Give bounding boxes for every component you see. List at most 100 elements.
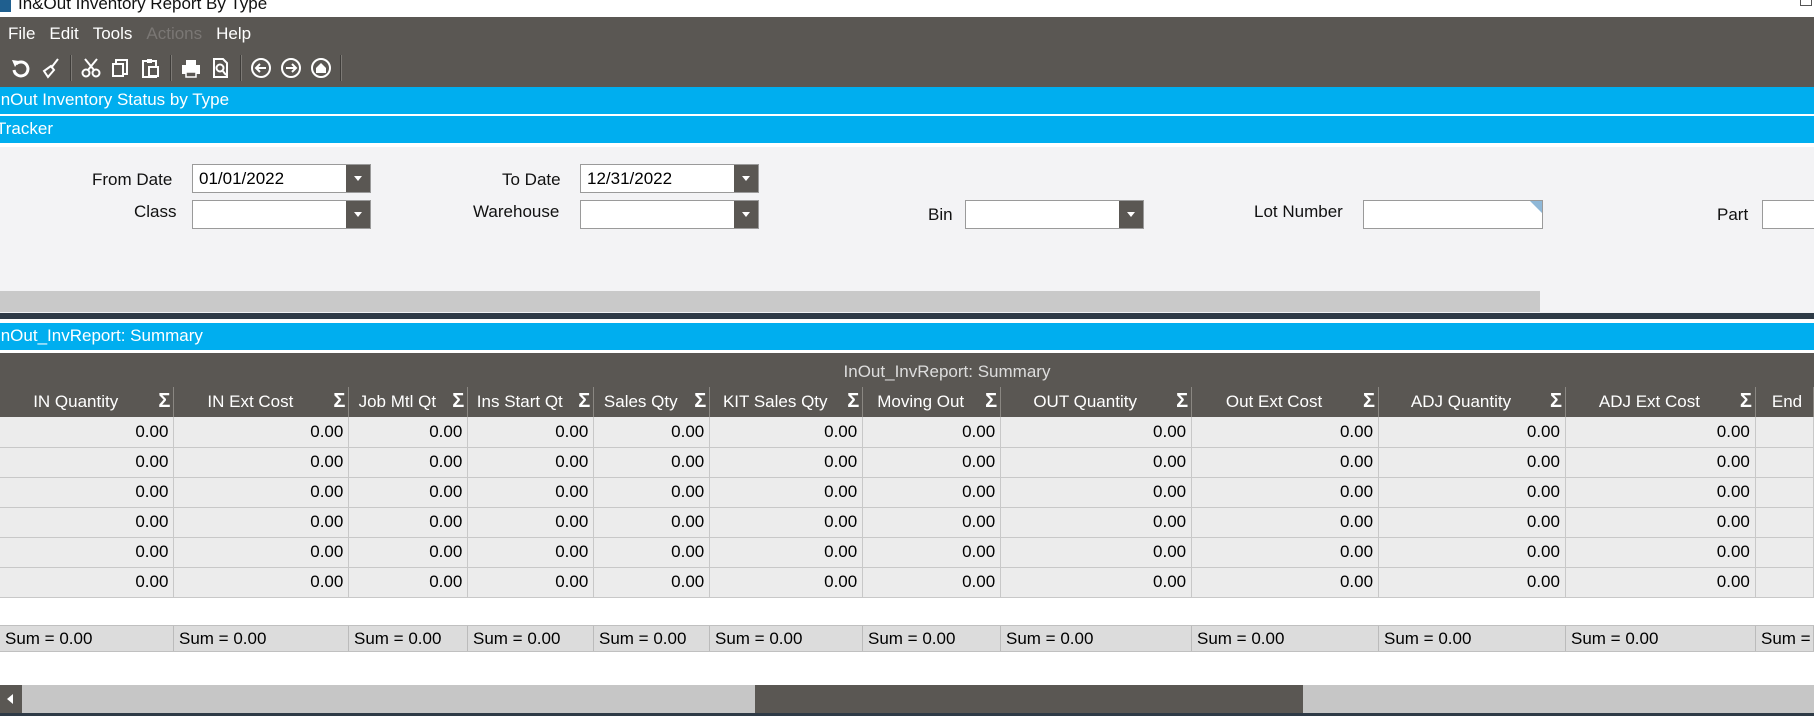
table-row[interactable]: 0.00 0.00 0.00 0.00 0.00 0.00 0.00 0.00 0.00 0.00… — [0, 477, 1814, 508]
table-cell[interactable]: 0.00 — [862, 567, 1002, 598]
table-cell[interactable]: 0.00 — [1191, 537, 1380, 568]
table-cell[interactable]: 0.00 — [173, 447, 350, 478]
table-cell[interactable]: 0.00 — [467, 417, 595, 448]
table-cell[interactable]: 0.00 — [1565, 477, 1756, 508]
table-cell[interactable]: 0.00 — [1565, 507, 1756, 538]
warehouse-combo[interactable] — [580, 200, 759, 229]
table-cell[interactable]: 0.00 — [1565, 537, 1756, 568]
home-icon[interactable] — [306, 53, 336, 83]
sum-toggle-icon[interactable]: Σ — [985, 390, 997, 413]
table-cell[interactable]: 0.00 — [0, 537, 175, 568]
table-cell[interactable]: 0.00 — [593, 417, 711, 448]
table-cell[interactable]: 0.00 — [593, 477, 711, 508]
lot-number-input[interactable] — [1363, 200, 1543, 229]
column-header[interactable]: IN Quantity Σ — [0, 387, 175, 417]
menu-help[interactable]: Help — [216, 24, 251, 44]
table-cell[interactable]: 0.00 — [593, 567, 711, 598]
table-cell[interactable]: 0.00 — [1000, 417, 1193, 448]
menu-file[interactable]: File — [8, 24, 35, 44]
table-cell[interactable] — [1755, 537, 1814, 568]
paste-icon[interactable] — [136, 53, 166, 83]
table-row[interactable]: 0.00 0.00 0.00 0.00 0.00 0.00 0.00 0.00 0.00 0.00… — [0, 567, 1814, 598]
table-cell[interactable]: 0.00 — [173, 567, 350, 598]
table-row[interactable]: 0.00 0.00 0.00 0.00 0.00 0.00 0.00 0.00 0.00 0.00… — [0, 507, 1814, 538]
bin-combo[interactable] — [965, 200, 1144, 229]
column-header[interactable]: Ins Start Qt Σ — [467, 387, 595, 417]
table-cell[interactable]: 0.00 — [1378, 417, 1566, 448]
sum-toggle-icon[interactable]: Σ — [1550, 390, 1562, 413]
refresh-icon[interactable] — [6, 53, 36, 83]
print-icon[interactable] — [176, 53, 206, 83]
forward-icon[interactable] — [276, 53, 306, 83]
menu-tools[interactable]: Tools — [93, 24, 133, 44]
table-cell[interactable]: 0.00 — [709, 537, 864, 568]
table-cell[interactable]: 0.00 — [173, 537, 350, 568]
column-header[interactable]: Job Mtl Qt Σ — [348, 387, 469, 417]
table-row[interactable]: 0.00 0.00 0.00 0.00 0.00 0.00 0.00 0.00 0.00 0.00… — [0, 417, 1814, 448]
table-cell[interactable] — [1755, 567, 1814, 598]
table-cell[interactable]: 0.00 — [1191, 567, 1380, 598]
class-combo[interactable] — [192, 200, 371, 229]
table-cell[interactable]: 0.00 — [862, 417, 1002, 448]
table-cell[interactable]: 0.00 — [0, 417, 175, 448]
column-header[interactable]: Sales Qty Σ — [593, 387, 711, 417]
table-cell[interactable]: 0.00 — [1000, 537, 1193, 568]
table-cell[interactable]: 0.00 — [709, 447, 864, 478]
to-date-dropdown-icon[interactable] — [734, 165, 758, 192]
table-cell[interactable]: 0.00 — [1565, 447, 1756, 478]
table-cell[interactable]: 0.00 — [348, 507, 469, 538]
table-cell[interactable] — [1755, 417, 1814, 448]
column-header[interactable]: Out Ext Cost Σ — [1191, 387, 1380, 417]
table-cell[interactable]: 0.00 — [348, 447, 469, 478]
table-cell[interactable]: 0.00 — [593, 507, 711, 538]
table-cell[interactable]: 0.00 — [593, 447, 711, 478]
filter-horizontal-scrollbar[interactable]: ‹ — [0, 291, 1540, 312]
table-cell[interactable]: 0.00 — [862, 507, 1002, 538]
table-cell[interactable]: 0.00 — [709, 567, 864, 598]
scroll-left-button[interactable] — [0, 685, 22, 713]
table-cell[interactable]: 0.00 — [348, 537, 469, 568]
grid-horizontal-scrollbar[interactable] — [0, 685, 1814, 713]
table-cell[interactable]: 0.00 — [862, 477, 1002, 508]
maximize-icon[interactable] — [1800, 0, 1812, 6]
copy-icon[interactable] — [106, 53, 136, 83]
table-cell[interactable]: 0.00 — [1378, 447, 1566, 478]
column-header[interactable]: IN Ext Cost Σ — [173, 387, 350, 417]
table-cell[interactable]: 0.00 — [0, 507, 175, 538]
table-cell[interactable] — [1755, 447, 1814, 478]
table-cell[interactable]: 0.00 — [467, 537, 595, 568]
table-cell[interactable]: 0.00 — [173, 417, 350, 448]
table-cell[interactable]: 0.00 — [1000, 447, 1193, 478]
sum-toggle-icon[interactable]: Σ — [158, 390, 170, 413]
table-cell[interactable]: 0.00 — [862, 537, 1002, 568]
table-cell[interactable] — [1755, 477, 1814, 508]
table-cell[interactable]: 0.00 — [1378, 537, 1566, 568]
table-cell[interactable]: 0.00 — [1378, 477, 1566, 508]
cut-icon[interactable] — [76, 53, 106, 83]
warehouse-dropdown-icon[interactable] — [734, 201, 758, 228]
table-cell[interactable]: 0.00 — [1378, 507, 1566, 538]
menu-edit[interactable]: Edit — [49, 24, 78, 44]
table-cell[interactable]: 0.00 — [348, 477, 469, 508]
column-header[interactable]: ADJ Ext Cost Σ — [1565, 387, 1756, 417]
table-cell[interactable]: 0.00 — [467, 567, 595, 598]
from-date-field[interactable]: 01/01/2022 — [192, 164, 371, 193]
table-cell[interactable]: 0.00 — [0, 477, 175, 508]
table-cell[interactable]: 0.00 — [467, 477, 595, 508]
table-row[interactable]: 0.00 0.00 0.00 0.00 0.00 0.00 0.00 0.00 0.00 0.00… — [0, 447, 1814, 478]
print-preview-icon[interactable] — [206, 53, 236, 83]
column-header[interactable]: Moving Out Σ — [862, 387, 1002, 417]
table-cell[interactable]: 0.00 — [862, 447, 1002, 478]
table-cell[interactable]: 0.00 — [709, 417, 864, 448]
column-header[interactable]: KIT Sales Qty Σ — [709, 387, 864, 417]
sum-toggle-icon[interactable]: Σ — [1740, 390, 1752, 413]
sum-toggle-icon[interactable]: Σ — [847, 390, 859, 413]
table-cell[interactable]: 0.00 — [173, 477, 350, 508]
column-header[interactable]: ADJ Quantity Σ — [1378, 387, 1566, 417]
table-cell[interactable]: 0.00 — [173, 507, 350, 538]
table-cell[interactable]: 0.00 — [467, 447, 595, 478]
table-cell[interactable]: 0.00 — [1191, 447, 1380, 478]
sum-toggle-icon[interactable]: Σ — [578, 390, 590, 413]
to-date-field[interactable]: 12/31/2022 — [580, 164, 759, 193]
from-date-dropdown-icon[interactable] — [346, 165, 370, 192]
